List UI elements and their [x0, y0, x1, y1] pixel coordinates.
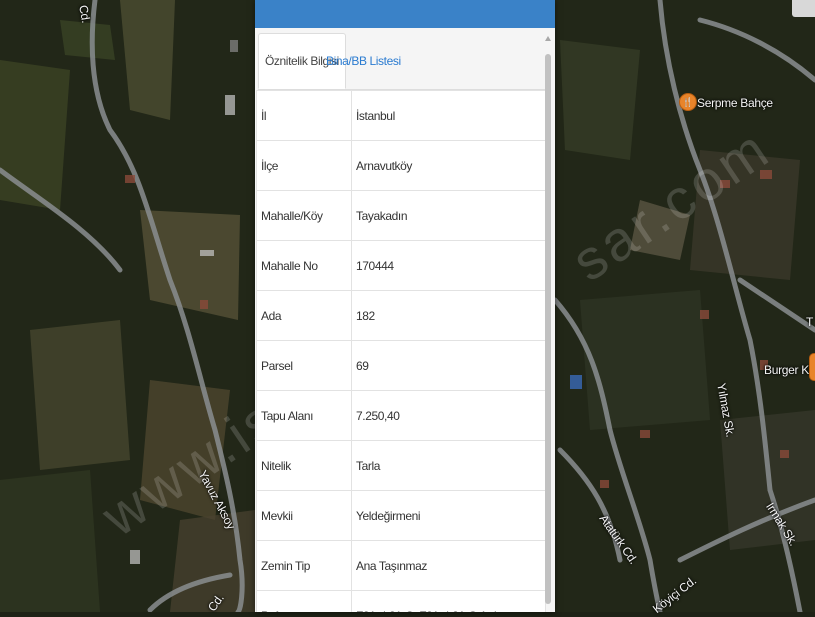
restaurant-marker-icon[interactable]: [809, 353, 815, 381]
attribute-value: Tarla: [351, 440, 546, 491]
poi-label-burger-king[interactable]: Burger King: [764, 363, 815, 377]
attribute-key: Nitelik: [256, 440, 352, 491]
panel-header: [255, 0, 555, 28]
table-row: İlçe Arnavutköy: [256, 140, 546, 191]
attribute-key: İlçe: [256, 140, 352, 191]
table-row: Ada 182: [256, 290, 546, 341]
panel-tabs: Öznitelik Bilgisi Bina/BB Listesi: [258, 33, 546, 90]
panel-scrollbar[interactable]: [545, 28, 552, 612]
tab-bina-bb-listesi[interactable]: Bina/BB Listesi: [320, 33, 407, 89]
scroll-thumb[interactable]: [545, 54, 551, 604]
attribute-value: Tayakadın: [351, 190, 546, 241]
table-row: Mahalle No 170444: [256, 240, 546, 291]
table-row: İl İstanbul: [256, 90, 546, 141]
table-row: Tapu Alanı 7.250,40: [256, 390, 546, 441]
attribute-value: 69: [351, 340, 546, 391]
scroll-up-arrow-icon[interactable]: [545, 36, 551, 41]
attribute-value: Yeldeğirmeni: [351, 490, 546, 541]
table-row: Mahalle/Köy Tayakadın: [256, 190, 546, 241]
attribute-value: İstanbul: [351, 90, 546, 141]
attribute-table: İl İstanbul İlçe Arnavutköy Mahalle/Köy Tayak…: [256, 90, 546, 612]
attribute-value: 7.250,40: [351, 390, 546, 441]
map-label-t: T: [806, 315, 814, 329]
attribute-value: Ana Taşınmaz: [351, 540, 546, 591]
attribute-key: Tapu Alanı: [256, 390, 352, 441]
map-control-button[interactable]: [792, 0, 815, 17]
table-row: Mevkii Yeldeğirmeni: [256, 490, 546, 541]
attribute-key: Mevkii: [256, 490, 352, 541]
table-row: Zemin Tip Ana Taşınmaz: [256, 540, 546, 591]
attribute-key: Zemin Tip: [256, 540, 352, 591]
parcel-info-panel: Öznitelik Bilgisi Bina/BB Listesi İl İsta…: [255, 0, 555, 612]
attribute-key: Pafta: [256, 590, 352, 612]
street-label-cd-top: Cd.: [76, 4, 94, 24]
attribute-key: Mahalle/Köy: [256, 190, 352, 241]
attribute-value: 170444: [351, 240, 546, 291]
table-row: PaftaF21-d-21-C, F21-d-21-C-1-d: [256, 590, 546, 612]
table-row: Parsel 69: [256, 340, 546, 391]
attribute-key: İl: [256, 90, 352, 141]
table-row: Nitelik Tarla: [256, 440, 546, 491]
poi-label-sermpe-bahce[interactable]: Serpme Bahçe: [697, 96, 773, 110]
attribute-key: Mahalle No: [256, 240, 352, 291]
attribute-value: Arnavutköy: [351, 140, 546, 191]
restaurant-icon[interactable]: 🍴: [679, 93, 697, 111]
attribute-value: F21-d-21-C, F21-d-21-C-1-d: [351, 590, 546, 612]
attribute-key: Ada: [256, 290, 352, 341]
attribute-value: 182: [351, 290, 546, 341]
attribute-key: Parsel: [256, 340, 352, 391]
panel-body[interactable]: Öznitelik Bilgisi Bina/BB Listesi İl İsta…: [255, 28, 555, 612]
